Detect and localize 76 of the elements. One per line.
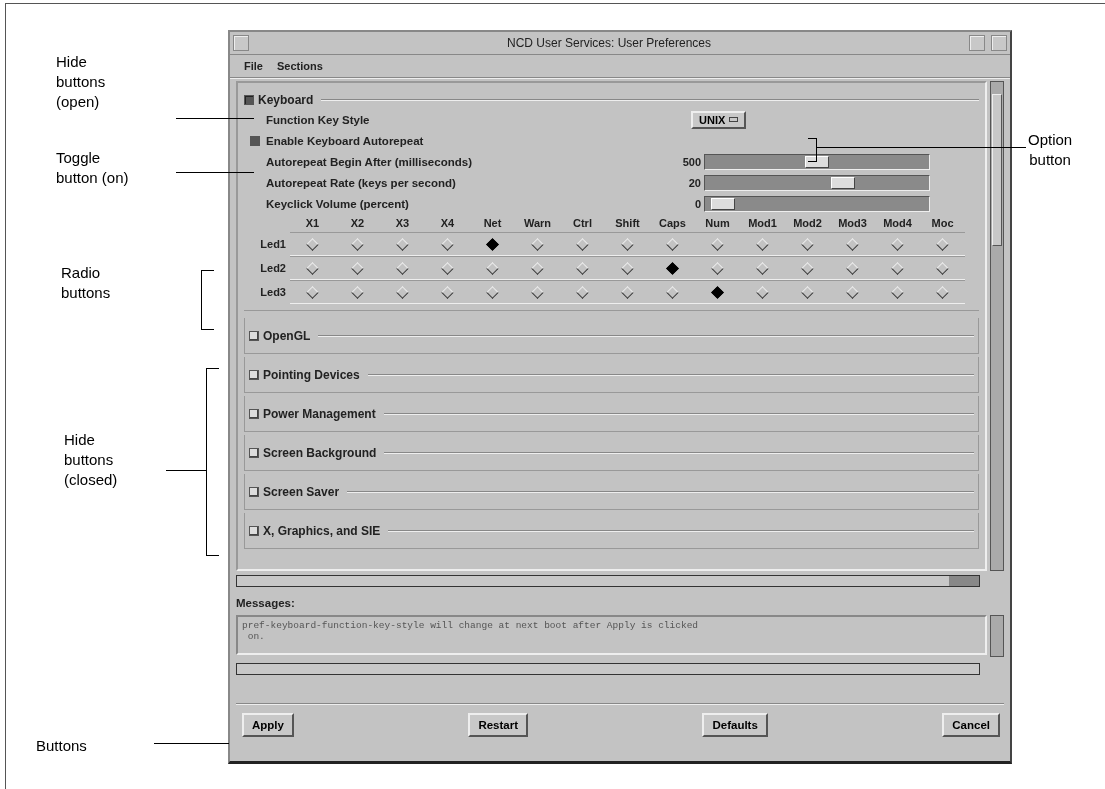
slider-track[interactable] (704, 153, 930, 170)
action-button[interactable]: Cancel (942, 713, 1000, 737)
column-header: Caps (658, 216, 687, 231)
section-title: Screen Background (263, 445, 377, 460)
slider-reading: 500 (681, 155, 701, 168)
slider-label: Autorepeat Rate (keys per second) (266, 176, 457, 189)
slider-label: Autorepeat Begin After (milliseconds) (266, 155, 473, 168)
action-button[interactable]: Apply (242, 713, 294, 737)
hide-button[interactable] (249, 408, 259, 419)
section-title: Screen Saver (263, 484, 340, 499)
hide-button[interactable] (249, 447, 259, 458)
horizontal-scrollbar[interactable] (236, 575, 980, 587)
option-menu-icon (729, 117, 739, 122)
column-header: Mod1 (747, 216, 778, 231)
messages-text: pref-keyboard-function-key-style will change at next boot after Apply is clicked on. (236, 615, 987, 655)
slider-reading: 20 (687, 176, 701, 189)
bracket (201, 270, 214, 330)
column-header: Net (482, 216, 503, 231)
callout-text: Option button (1028, 130, 1073, 170)
radio-button[interactable] (711, 285, 724, 299)
vertical-scrollbar[interactable] (990, 615, 1004, 657)
row-label: Led3 (259, 285, 287, 300)
minimize-button[interactable] (969, 35, 985, 51)
column-header: Mod3 (837, 216, 868, 231)
menu-item[interactable]: File (244, 60, 263, 72)
hide-button[interactable] (249, 486, 259, 497)
callout-text: Hide buttons (closed) (64, 430, 118, 490)
column-header: Mod2 (792, 216, 823, 231)
section-title: Pointing Devices (263, 367, 360, 382)
column-header: X3 (394, 216, 411, 231)
leader-line (166, 470, 206, 471)
row-label: Led1 (259, 237, 287, 252)
column-header: X2 (349, 216, 366, 231)
callout-text: Buttons (36, 736, 87, 756)
column-header: Shift (614, 216, 641, 231)
slider-track[interactable] (704, 195, 930, 212)
callout-text: Toggle button (on) (56, 148, 129, 188)
option-label: Function Key Style (266, 113, 371, 126)
section-title: X, Graphics, and SIE (263, 523, 381, 538)
slider-thumb[interactable] (805, 155, 829, 168)
menu-item[interactable]: Sections (276, 60, 323, 72)
vertical-scrollbar[interactable] (990, 81, 1004, 571)
callout-text: Hide buttons (open) (56, 52, 106, 112)
column-header: Num (704, 216, 731, 231)
hide-button[interactable] (249, 525, 259, 536)
column-header: Moc (930, 216, 955, 231)
hide-button[interactable] (249, 330, 259, 341)
slider-thumb[interactable] (711, 197, 735, 210)
column-header: X4 (439, 216, 456, 231)
radio-button[interactable] (486, 237, 499, 251)
action-button[interactable]: Restart (468, 713, 529, 737)
column-header: Ctrl (572, 216, 593, 231)
radio-button[interactable] (666, 261, 679, 275)
column-header: X1 (304, 216, 321, 231)
messages-label: Messages: (236, 597, 296, 609)
column-header: Warn (522, 216, 553, 231)
window-menu-button[interactable] (233, 35, 249, 51)
section-title: Keyboard (258, 93, 314, 107)
section-title: OpenGL (263, 328, 311, 343)
slider-reading: 0 (693, 197, 701, 210)
slider-label: Keyclick Volume (percent) (266, 197, 410, 210)
toggle-button[interactable] (250, 135, 260, 146)
section-title: Power Management (263, 406, 376, 421)
toggle-label: Enable Keyboard Autorepeat (266, 134, 425, 147)
callout-text: Radio buttons (61, 263, 111, 303)
slider-track[interactable] (704, 174, 930, 191)
horizontal-scrollbar[interactable] (236, 663, 980, 675)
slider-thumb[interactable] (831, 176, 855, 189)
maximize-button[interactable] (991, 35, 1007, 51)
option-button[interactable]: UNIX (691, 110, 747, 129)
action-button[interactable]: Defaults (702, 713, 768, 737)
hide-button[interactable] (249, 369, 259, 380)
window-title: NCD User Services: User Preferences (505, 36, 713, 50)
bracket (808, 138, 817, 162)
row-label: Led2 (259, 261, 287, 276)
column-header: Mod4 (882, 216, 913, 231)
